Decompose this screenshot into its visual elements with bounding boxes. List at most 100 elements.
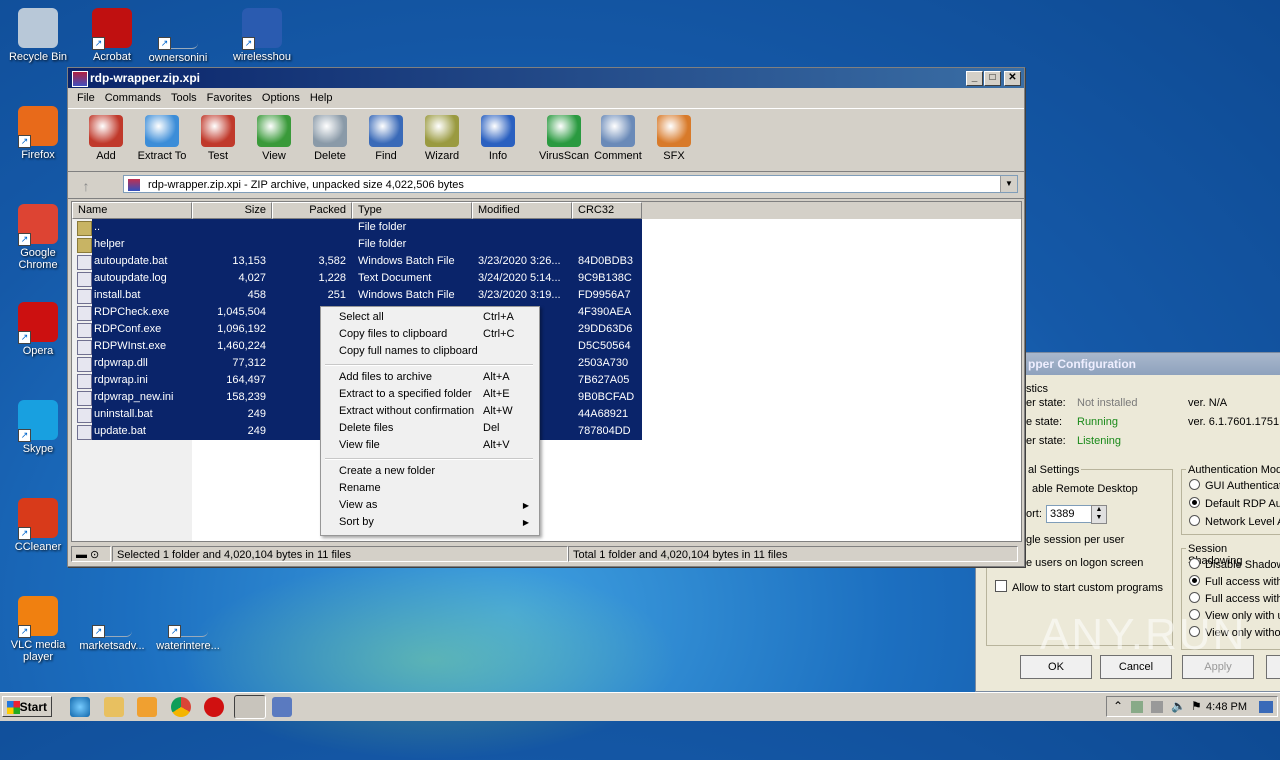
network-icon[interactable] [1151, 701, 1163, 713]
table-row[interactable]: uninstall.bat249:19...44A68921 [72, 406, 1021, 423]
dialog-vi-button[interactable]: Vi [1266, 655, 1280, 679]
volume-icon[interactable]: 🔈 [1171, 699, 1186, 713]
context-menu-item[interactable]: Extract to a specified folder Alt+E [321, 386, 537, 403]
table-row[interactable]: install.bat 458 251 Windows Batch File 3/23/… [72, 287, 1021, 304]
hide-users-label[interactable]: e users on logon screen [1026, 557, 1143, 569]
drive-icons[interactable]: ▬ ⊙ [71, 546, 111, 562]
column-type[interactable]: Type [352, 202, 472, 219]
winrar-taskbar-button[interactable] [234, 695, 266, 719]
table-row[interactable]: rdpwrap.ini164,4979:14...7B627A05 [72, 372, 1021, 389]
auth-option[interactable]: Default RDP Au [1189, 497, 1280, 510]
column-packed[interactable]: Packed [272, 202, 352, 219]
start-button[interactable]: Start [2, 696, 52, 717]
table-row[interactable]: .. File folder [72, 219, 1021, 236]
context-menu-item[interactable]: Copy full names to clipboard [321, 343, 537, 360]
table-row[interactable]: RDPWInst.exe1,460,224624:19...D5C50564 [72, 338, 1021, 355]
context-menu-item[interactable]: Rename [321, 480, 537, 497]
close-button[interactable]: ✕ [1004, 71, 1021, 86]
table-row[interactable]: RDPConf.exe1,096,192521:19...29DD63D6 [72, 321, 1021, 338]
shadow-option[interactable]: Full access with [1189, 592, 1280, 605]
context-menu-item[interactable]: Extract without confirmation Alt+W [321, 403, 537, 420]
tray-up-arrow-icon[interactable]: ⌃ [1113, 699, 1123, 713]
desktop-icon-4[interactable]: ↗ Firefox [0, 106, 76, 161]
single-session-label[interactable]: gle session per user [1026, 534, 1124, 546]
maximize-button[interactable]: □ [984, 71, 1001, 86]
context-menu-item[interactable]: Delete files Del [321, 420, 537, 437]
auth-option[interactable]: Network Level A [1189, 515, 1280, 528]
desktop-icon-8[interactable]: ↗ CCleaner [0, 498, 76, 553]
context-menu-item[interactable]: Create a new folder [321, 463, 537, 480]
desktop-icon-1[interactable]: ↗ Acrobat [74, 8, 150, 63]
media-player-icon[interactable] [137, 697, 157, 717]
archive-path-field[interactable]: rdp-wrapper.zip.xpi - ZIP archive, unpac… [123, 175, 1018, 193]
desktop-icon-0[interactable]: Recycle Bin [0, 8, 76, 63]
radio-button[interactable] [1189, 558, 1200, 569]
table-row[interactable]: update.bat249:19...787804DD [72, 423, 1021, 440]
toolbar-virusscan-button[interactable]: VirusScan [536, 115, 592, 162]
show-desktop-icon[interactable] [1259, 701, 1273, 713]
table-row[interactable]: helper File folder [72, 236, 1021, 253]
table-row[interactable]: RDPCheck.exe1,045,504515:19...4F390AEA [72, 304, 1021, 321]
ie-icon[interactable] [70, 697, 90, 717]
menu-file[interactable]: File [72, 92, 100, 104]
radio-button[interactable] [1189, 515, 1200, 526]
toolbar-add-button[interactable]: Add [78, 115, 134, 162]
menu-favorites[interactable]: Favorites [202, 92, 257, 104]
radio-button[interactable] [1189, 592, 1200, 603]
opera-taskbar-icon[interactable] [204, 697, 224, 717]
toolbar-test-button[interactable]: Test [190, 115, 246, 162]
menu-help[interactable]: Help [305, 92, 338, 104]
table-row[interactable]: autoupdate.log 4,027 1,228 Text Document 3/2… [72, 270, 1021, 287]
flag-icon[interactable]: ⚑ [1191, 699, 1202, 713]
toolbar-extract-to-button[interactable]: Extract To [134, 115, 190, 162]
winrar-window[interactable]: rdp-wrapper.zip.xpi _ □ ✕ File Commands Tool… [67, 67, 1025, 567]
table-row[interactable]: autoupdate.bat 13,153 3,582 Windows Batch F… [72, 253, 1021, 270]
explorer-folder-icon[interactable] [104, 697, 124, 717]
table-row[interactable]: rdpwrap.dll77,31237:14...2503A730 [72, 355, 1021, 372]
desktop-icon-5[interactable]: ↗ Google Chrome [0, 204, 76, 271]
auth-option[interactable]: GUI Authenticat [1189, 479, 1280, 492]
menu-tools[interactable]: Tools [166, 92, 202, 104]
desktop-icon-11[interactable]: ↗ waterintere... [150, 596, 226, 652]
desktop-icon-9[interactable]: ↗ VLC media player [0, 596, 76, 663]
port-spinner[interactable]: ▲ ▼ [1091, 505, 1107, 524]
menu-commands[interactable]: Commands [100, 92, 166, 104]
up-arrow-icon[interactable]: ↑ [76, 177, 96, 195]
column-size[interactable]: Size [192, 202, 272, 219]
tray-app-icon[interactable] [1131, 701, 1143, 713]
enable-rdp-label[interactable]: able Remote Desktop [1032, 483, 1138, 495]
context-menu-item[interactable]: Sort by ▶ [321, 514, 537, 531]
shadow-option[interactable]: Disable Shadow [1189, 558, 1280, 571]
column-name[interactable]: Name [72, 202, 192, 219]
clock[interactable]: 4:48 PM [1206, 697, 1247, 717]
desktop-icon-7[interactable]: ↗ Skype [0, 400, 76, 455]
desktop-icon-10[interactable]: ↗ marketsadv... [74, 596, 150, 652]
custom-programs-checkbox[interactable]: Allow to start custom programs [995, 580, 1163, 594]
table-row[interactable]: rdpwrap_new.ini158,2396:14...9B0BCFAD [72, 389, 1021, 406]
radio-button[interactable] [1189, 479, 1200, 490]
desktop-icon-6[interactable]: ↗ Opera [0, 302, 76, 357]
context-menu-item[interactable]: Add files to archive Alt+A [321, 369, 537, 386]
winrar-titlebar[interactable]: rdp-wrapper.zip.xpi _ □ ✕ [68, 68, 1024, 88]
toolbar-delete-button[interactable]: Delete [302, 115, 358, 162]
toolbar-wizard-button[interactable]: Wizard [414, 115, 470, 162]
toolbar-view-button[interactable]: View [246, 115, 302, 162]
context-menu-item[interactable]: Select all Ctrl+A [321, 309, 537, 326]
toolbar-find-button[interactable]: Find [358, 115, 414, 162]
column-modified[interactable]: Modified [472, 202, 572, 219]
column-crc32[interactable]: CRC32 [572, 202, 642, 219]
file-list[interactable]: Name Size Packed Type Modified CRC32 .. File f… [71, 201, 1022, 542]
shadow-option[interactable]: Full access with [1189, 575, 1280, 588]
rdpconf-taskbar-icon[interactable] [272, 697, 292, 717]
context-menu-item[interactable]: View file Alt+V [321, 437, 537, 454]
menu-options[interactable]: Options [257, 92, 305, 104]
toolbar-sfx-button[interactable]: SFX [646, 115, 702, 162]
chrome-taskbar-icon[interactable] [171, 697, 191, 717]
radio-button[interactable] [1189, 497, 1200, 508]
toolbar-info-button[interactable]: Info [470, 115, 526, 162]
desktop-icon-3[interactable]: ↗ wirelesshou [224, 8, 300, 63]
path-dropdown-button[interactable]: ▼ [1000, 176, 1017, 192]
minimize-button[interactable]: _ [966, 71, 983, 86]
context-menu-item[interactable]: View as ▶ [321, 497, 537, 514]
radio-button[interactable] [1189, 575, 1200, 586]
